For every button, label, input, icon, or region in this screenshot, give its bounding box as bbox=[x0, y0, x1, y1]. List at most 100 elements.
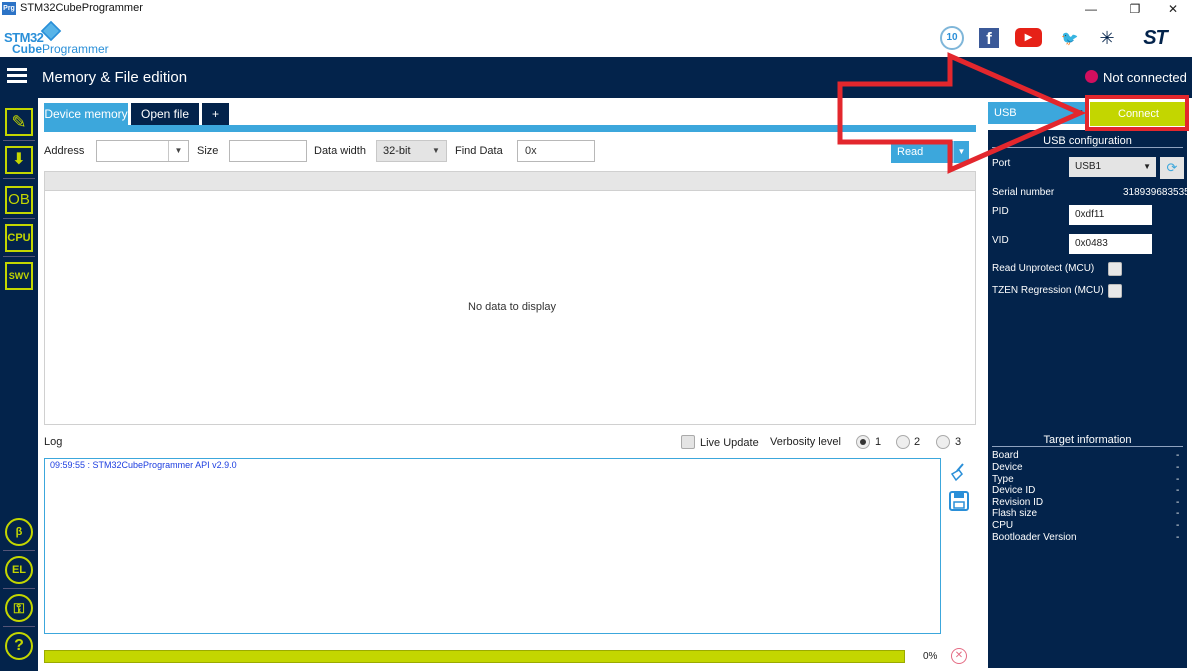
refresh-icon[interactable]: ⟳ bbox=[1160, 157, 1184, 179]
target-type-value: - bbox=[1176, 474, 1180, 485]
logo-cube: Cube bbox=[12, 42, 42, 56]
log-line: 09:59:55 : STM32CubeProgrammer API v2.9.… bbox=[50, 460, 237, 470]
nav-ob-icon[interactable]: OB bbox=[5, 186, 33, 214]
tab-open-file[interactable]: Open file bbox=[131, 103, 199, 126]
target-cpu-label: CPU bbox=[992, 520, 1014, 531]
facebook-icon[interactable]: f bbox=[979, 28, 999, 48]
target-revision-id-label: Revision ID bbox=[992, 497, 1044, 508]
logo-programmer: Programmer bbox=[42, 42, 109, 56]
status-dot-icon bbox=[1085, 70, 1098, 83]
nav-cpu-icon[interactable]: CPU bbox=[5, 224, 33, 252]
data-width-select[interactable]: 32-bit ▼ bbox=[376, 140, 447, 162]
annotation-arrow-icon bbox=[837, 52, 1086, 174]
target-device-id-value: - bbox=[1176, 485, 1180, 496]
nav-divider bbox=[3, 218, 35, 219]
nav-el-icon[interactable]: EL bbox=[5, 556, 33, 584]
serial-label: Serial number bbox=[992, 187, 1055, 198]
close-button[interactable]: ✕ bbox=[1158, 1, 1188, 17]
target-flash-size-label: Flash size bbox=[992, 508, 1038, 519]
cancel-icon[interactable]: ✕ bbox=[951, 648, 967, 664]
left-nav bbox=[0, 98, 38, 671]
size-label: Size bbox=[197, 145, 219, 157]
progress-fill bbox=[44, 650, 905, 663]
read-unprotect-label: Read Unprotect (MCU) bbox=[992, 263, 1095, 274]
minimize-button[interactable]: — bbox=[1076, 1, 1106, 17]
tab-add[interactable]: + bbox=[202, 103, 229, 126]
live-update-checkbox[interactable] bbox=[681, 435, 695, 449]
live-update-label: Live Update bbox=[700, 437, 759, 449]
pid-label: PID bbox=[992, 206, 1009, 217]
target-bootloader-value: - bbox=[1176, 532, 1180, 543]
verbosity-radio-2[interactable] bbox=[896, 435, 910, 449]
chevron-down-icon: ▼ bbox=[432, 146, 440, 155]
target-info-title: Target information bbox=[992, 434, 1183, 447]
logo-cubeprogrammer: CubeProgrammer bbox=[12, 42, 109, 56]
annotation-highlight-box bbox=[1085, 95, 1189, 131]
target-device-id-label: Device ID bbox=[992, 485, 1036, 496]
verbosity-option-3: 3 bbox=[955, 436, 962, 448]
page-title: Memory & File edition bbox=[42, 69, 188, 86]
nav-swv-icon[interactable]: SWV bbox=[5, 262, 33, 290]
size-input[interactable] bbox=[229, 140, 307, 162]
vid-label: VID bbox=[992, 235, 1009, 246]
pid-input[interactable]: 0xdf11 bbox=[1069, 205, 1152, 225]
verbosity-radio-3[interactable] bbox=[936, 435, 950, 449]
target-revision-id-value: - bbox=[1176, 497, 1180, 508]
data-width-label: Data width bbox=[314, 145, 366, 157]
st-logo-icon[interactable]: ST bbox=[1130, 26, 1180, 50]
nav-divider bbox=[3, 550, 35, 551]
nav-divider bbox=[3, 178, 35, 179]
cube-logo-icon bbox=[40, 20, 62, 42]
verbosity-radio-1[interactable] bbox=[856, 435, 870, 449]
address-combo[interactable]: ▼ bbox=[96, 140, 189, 162]
nav-help-icon[interactable]: ? bbox=[5, 632, 33, 660]
maximize-button[interactable]: ❐ bbox=[1120, 1, 1150, 17]
anniversary-icon[interactable]: 10 bbox=[940, 26, 964, 50]
progress-percent: 0% bbox=[923, 651, 938, 662]
tab-device-memory[interactable]: Device memory bbox=[44, 103, 128, 126]
read-unprotect-checkbox[interactable] bbox=[1108, 262, 1122, 276]
serial-value: 318939683535 bbox=[1123, 187, 1190, 198]
target-board-label: Board bbox=[992, 450, 1019, 461]
vid-input[interactable]: 0x0483 bbox=[1069, 234, 1152, 254]
target-flash-size-value: - bbox=[1176, 508, 1180, 519]
nav-divider bbox=[3, 626, 35, 627]
clear-log-broom-icon[interactable] bbox=[949, 462, 969, 482]
window-titlebar: Prg STM32CubeProgrammer — ❐ ✕ bbox=[0, 0, 1192, 18]
connection-status: Not connected bbox=[1103, 70, 1187, 85]
window-title: STM32CubeProgrammer bbox=[20, 2, 143, 14]
nav-download-icon[interactable]: ⬇ bbox=[5, 146, 33, 174]
progress-track bbox=[44, 650, 905, 663]
target-device-label: Device bbox=[992, 462, 1023, 473]
tzen-label: TZEN Regression (MCU) bbox=[992, 285, 1104, 296]
network-icon[interactable]: ✳ bbox=[1094, 26, 1120, 50]
nav-divider bbox=[3, 256, 35, 257]
youtube-icon[interactable]: ▶ bbox=[1015, 28, 1042, 47]
target-bootloader-label: Bootloader Version bbox=[992, 532, 1077, 543]
find-data-label: Find Data bbox=[455, 145, 503, 157]
target-type-label: Type bbox=[992, 474, 1014, 485]
nav-memory-edit-icon[interactable]: ✎ bbox=[5, 108, 33, 136]
chevron-down-icon: ▼ bbox=[168, 141, 188, 161]
verbosity-option-1: 1 bbox=[875, 436, 882, 448]
find-data-input[interactable]: 0x bbox=[517, 140, 595, 162]
memory-view bbox=[44, 171, 976, 425]
target-cpu-value: - bbox=[1176, 520, 1180, 531]
nav-security-icon[interactable]: ⚿ bbox=[5, 594, 33, 622]
data-width-value: 32-bit bbox=[383, 145, 411, 157]
menu-icon[interactable] bbox=[7, 68, 27, 84]
log-output[interactable] bbox=[44, 458, 941, 634]
no-data-text: No data to display bbox=[468, 301, 557, 313]
app-icon: Prg bbox=[2, 2, 16, 15]
nav-beta-icon[interactable]: β bbox=[5, 518, 33, 546]
tzen-checkbox[interactable] bbox=[1108, 284, 1122, 298]
address-label: Address bbox=[44, 145, 85, 157]
nav-divider bbox=[3, 588, 35, 589]
log-title: Log bbox=[44, 436, 63, 448]
target-board-value: - bbox=[1176, 450, 1180, 461]
twitter-icon[interactable]: 🐦 bbox=[1057, 26, 1083, 50]
target-device-value: - bbox=[1176, 462, 1180, 473]
chevron-down-icon: ▼ bbox=[1143, 162, 1151, 171]
nav-divider bbox=[3, 140, 35, 141]
save-log-icon[interactable] bbox=[949, 491, 969, 511]
